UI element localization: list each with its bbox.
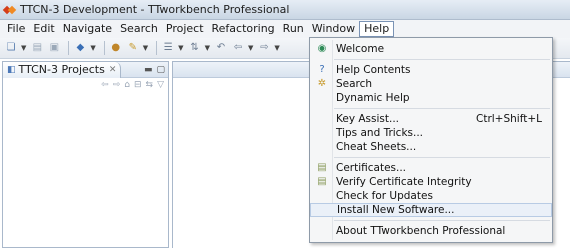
menu-item-install-new-software[interactable]: Install New Software...	[310, 203, 552, 217]
menu-separator	[334, 157, 550, 158]
app-logo-icon	[2, 4, 17, 16]
back-icon[interactable]: ⇦	[231, 41, 245, 55]
edit-pencil-icon[interactable]: ✎	[126, 41, 140, 55]
search-icon: ✲	[317, 78, 327, 89]
menu-item-label: Cheat Sheets...	[336, 141, 417, 153]
menu-item-label: Search	[336, 78, 373, 90]
forward-nav-icon[interactable]: ⇨	[113, 80, 121, 90]
annotation-dropdown-icon[interactable]: ▼	[205, 44, 210, 52]
view-menu-icon[interactable]: ▽	[157, 80, 164, 90]
forward-dropdown-icon[interactable]: ▼	[274, 44, 279, 52]
format-icon[interactable]: ☰	[161, 41, 175, 55]
menu-search[interactable]: Search	[116, 21, 162, 37]
menu-item-certificates[interactable]: ▤ Certificates...	[310, 161, 552, 175]
help-icon: ?	[319, 64, 325, 75]
link-editor-icon[interactable]: ⇆	[146, 80, 154, 90]
title-bar: TTCN-3 Development - TTworkbench Profess…	[0, 0, 570, 20]
menu-run[interactable]: Run	[279, 21, 308, 37]
last-edit-icon[interactable]: ↶	[214, 41, 228, 55]
menu-separator	[334, 220, 550, 221]
toolbar-separator	[156, 41, 158, 55]
menu-item-tips-and-tricks[interactable]: Tips and Tricks...	[310, 126, 552, 140]
menu-item-label: About TTworkbench Professional	[336, 225, 506, 237]
menu-item-search[interactable]: ✲ Search	[310, 77, 552, 91]
menu-item-key-assist[interactable]: Key Assist... Ctrl+Shift+L	[310, 112, 552, 126]
projects-view: ◧ TTCN-3 Projects ✕ ▬ ▢ ⇦ ⇨ ⌂ ⊟ ⇆ ▽	[2, 61, 169, 248]
new-project-dropdown-icon[interactable]: ▼	[90, 44, 95, 52]
close-icon[interactable]: ✕	[109, 65, 117, 75]
projects-icon: ◧	[7, 64, 16, 75]
save-icon[interactable]: ▤	[30, 41, 44, 55]
menu-bar: File Edit Navigate Search Project Refact…	[0, 20, 570, 38]
print-icon[interactable]: ▣	[47, 41, 61, 55]
menu-item-about[interactable]: About TTworkbench Professional	[310, 224, 552, 238]
menu-item-label: Check for Updates	[336, 190, 433, 202]
shortcut-label: Ctrl+Shift+L	[476, 113, 542, 125]
format-dropdown-icon[interactable]: ▼	[178, 44, 183, 52]
verify-certificate-icon: ▤	[317, 176, 327, 187]
back-nav-icon[interactable]: ⇦	[101, 80, 109, 90]
back-dropdown-icon[interactable]: ▼	[248, 44, 253, 52]
menu-separator	[334, 108, 550, 109]
certificate-icon: ▤	[317, 162, 327, 173]
menu-item-welcome[interactable]: ◉ Welcome	[310, 42, 552, 56]
menu-project[interactable]: Project	[162, 21, 208, 37]
tab-ttcn3-projects[interactable]: ◧ TTCN-3 Projects ✕	[3, 61, 122, 78]
forward-icon[interactable]: ⇨	[257, 41, 271, 55]
menu-navigate[interactable]: Navigate	[59, 21, 116, 37]
menu-item-verify-certificate[interactable]: ▤ Verify Certificate Integrity	[310, 175, 552, 189]
new-project-icon[interactable]: ◆	[73, 41, 87, 55]
view-tab-label: TTCN-3 Projects	[18, 63, 105, 76]
new-icon[interactable]: ❏	[4, 41, 18, 55]
menu-window[interactable]: Window	[308, 21, 359, 37]
menu-item-label: Tips and Tricks...	[336, 127, 424, 139]
menu-item-label: Certificates...	[336, 162, 407, 174]
toolbar-separator	[68, 41, 70, 55]
help-menu-dropdown: ◉ Welcome ? Help Contents ✲ Search Dynam…	[309, 37, 553, 243]
menu-item-label: Dynamic Help	[336, 92, 410, 104]
menu-item-cheat-sheets[interactable]: Cheat Sheets...	[310, 140, 552, 154]
new-dropdown-icon[interactable]: ▼	[21, 44, 26, 52]
welcome-icon: ◉	[317, 43, 327, 54]
menu-refactoring[interactable]: Refactoring	[208, 21, 279, 37]
annotation-icon[interactable]: ⇅	[188, 41, 202, 55]
home-icon[interactable]: ⌂	[124, 80, 130, 90]
menu-edit[interactable]: Edit	[29, 21, 58, 37]
window-title: TTCN-3 Development - TTworkbench Profess…	[20, 3, 290, 16]
view-toolbar: ⇦ ⇨ ⌂ ⊟ ⇆ ▽	[3, 78, 168, 92]
menu-item-help-contents[interactable]: ? Help Contents	[310, 63, 552, 77]
toolbar-separator	[103, 41, 105, 55]
menu-help[interactable]: Help	[359, 21, 395, 37]
maximize-icon[interactable]: ▢	[156, 65, 165, 75]
menu-file[interactable]: File	[3, 21, 29, 37]
menu-separator	[334, 59, 550, 60]
view-controls: ▬ ▢	[140, 65, 168, 75]
view-tab-bar: ◧ TTCN-3 Projects ✕ ▬ ▢	[3, 61, 168, 78]
edit-dropdown-icon[interactable]: ▼	[143, 44, 148, 52]
menu-item-label: Verify Certificate Integrity	[336, 176, 472, 188]
open-type-icon[interactable]: ●	[109, 41, 123, 55]
menu-item-check-for-updates[interactable]: Check for Updates	[310, 189, 552, 203]
menu-item-label: Welcome	[336, 43, 385, 55]
menu-item-dynamic-help[interactable]: Dynamic Help	[310, 91, 552, 105]
menu-item-label: Help Contents	[336, 64, 411, 76]
collapse-all-icon[interactable]: ⊟	[134, 80, 142, 90]
minimize-icon[interactable]: ▬	[144, 65, 153, 75]
menu-item-label: Install New Software...	[337, 204, 455, 216]
menu-item-label: Key Assist...	[336, 113, 400, 125]
